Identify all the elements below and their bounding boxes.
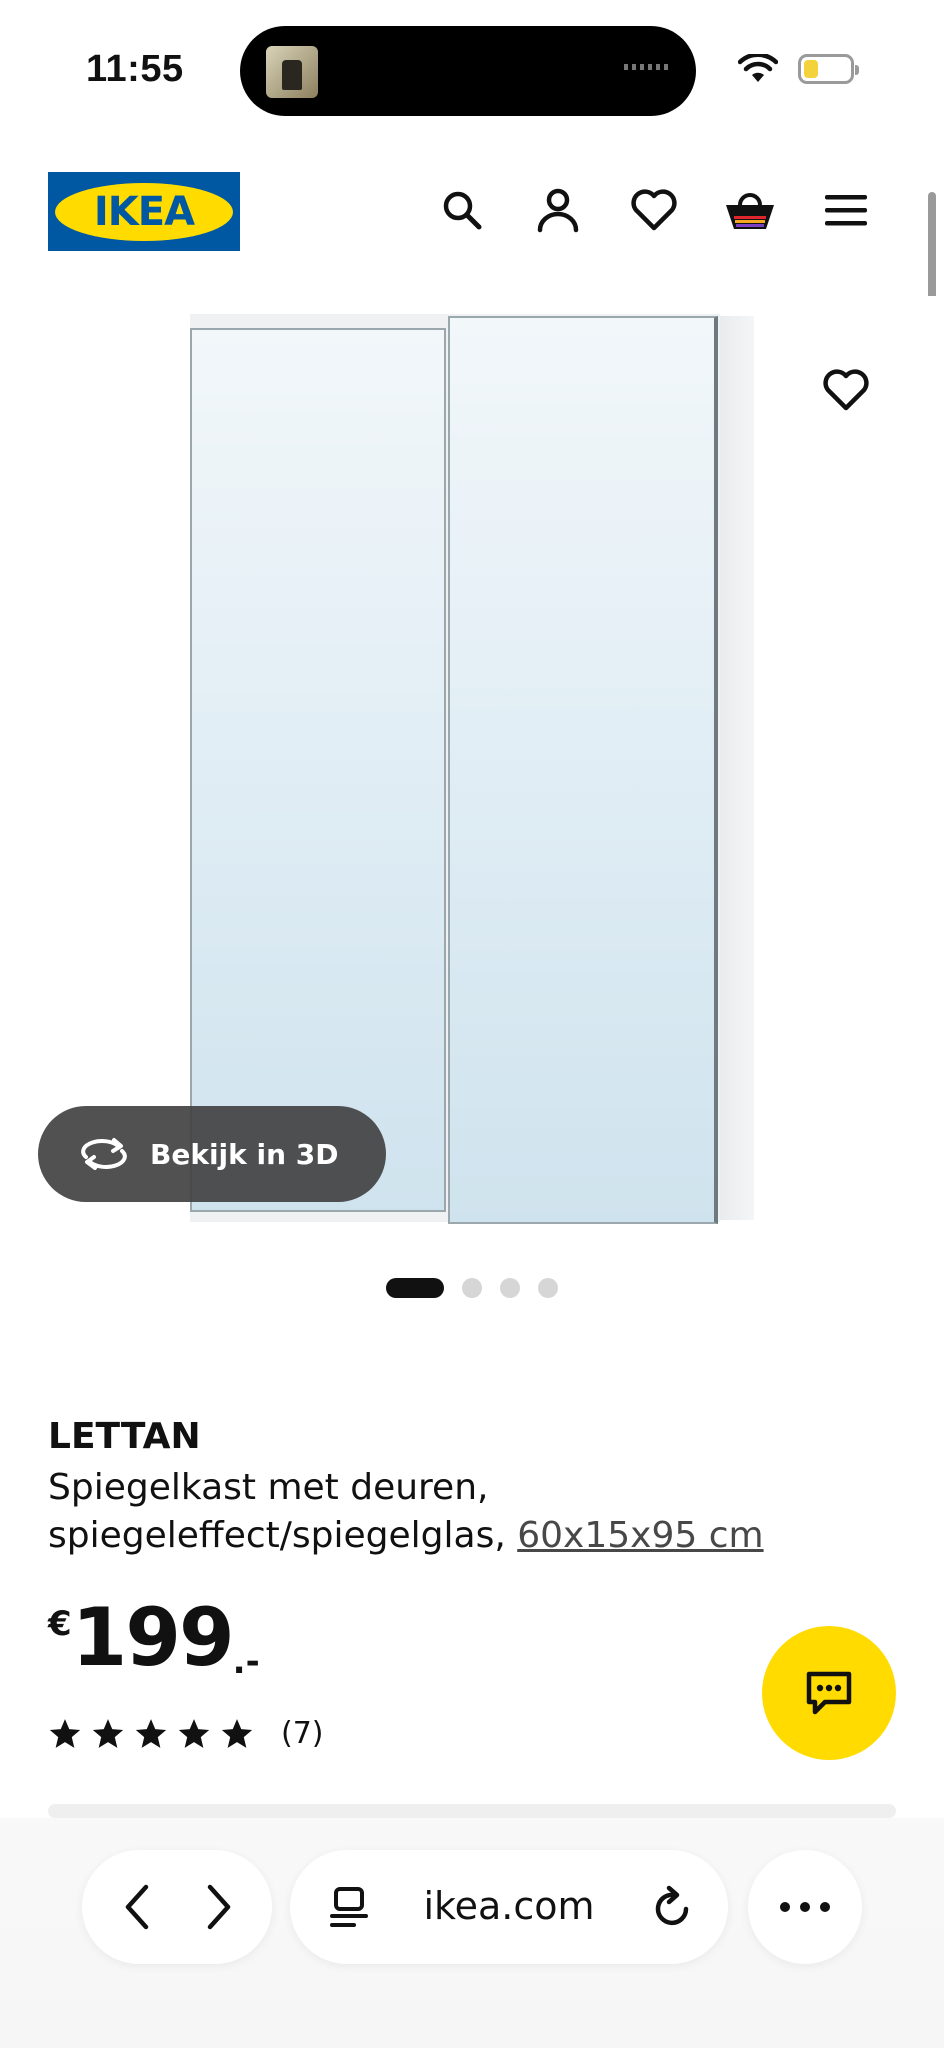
- browser-toolbar: ikea.com: [0, 1818, 944, 2048]
- mirror-door-left: [190, 328, 446, 1212]
- back-chevron-icon[interactable]: [110, 1880, 164, 1934]
- user-icon[interactable]: [530, 182, 586, 238]
- image-pager[interactable]: [386, 1278, 558, 1298]
- chat-icon: [806, 1671, 852, 1715]
- product-size-link[interactable]: 60x15x95 cm: [517, 1515, 763, 1556]
- product-rating[interactable]: (7): [48, 1716, 324, 1751]
- price-decimals: .-: [232, 1642, 260, 1682]
- pager-dot[interactable]: [538, 1278, 558, 1298]
- product-image[interactable]: [0, 296, 944, 1236]
- view-in-3d-label: Bekijk in 3D: [150, 1137, 339, 1171]
- status-bar: 11:55: [0, 0, 944, 130]
- basket-icon[interactable]: [722, 182, 778, 238]
- wifi-icon: [738, 54, 778, 82]
- logo-text: IKEA: [93, 188, 195, 235]
- status-time: 11:55: [86, 48, 184, 90]
- forward-chevron-icon[interactable]: [192, 1880, 246, 1934]
- add-to-wishlist-heart-icon[interactable]: [818, 362, 874, 418]
- view-in-3d-button[interactable]: Bekijk in 3D: [38, 1106, 386, 1202]
- now-playing-artwork: [266, 46, 318, 98]
- price-value: 199: [71, 1591, 235, 1684]
- star-icon: [92, 1718, 124, 1748]
- address-bar[interactable]: ikea.com: [290, 1850, 728, 1964]
- audio-waveform-icon: [624, 64, 670, 70]
- rotate-3d-icon: [81, 1138, 127, 1170]
- pager-dot[interactable]: [500, 1278, 520, 1298]
- section-divider: [48, 1804, 896, 1818]
- product-description: Spiegelkast met deuren, spiegeleffect/sp…: [48, 1464, 868, 1560]
- battery-icon: [798, 54, 859, 84]
- menu-icon[interactable]: [818, 182, 874, 238]
- navigation-pill: [82, 1850, 272, 1964]
- star-icon: [178, 1718, 210, 1748]
- more-options-button[interactable]: [748, 1850, 862, 1964]
- product-description-text: Spiegelkast met deuren, spiegeleffect/sp…: [48, 1467, 506, 1556]
- price-currency: €: [48, 1604, 72, 1644]
- ikea-logo[interactable]: IKEA: [48, 172, 240, 251]
- search-icon[interactable]: [434, 182, 490, 238]
- chat-button[interactable]: [762, 1626, 896, 1760]
- pager-dot-active[interactable]: [386, 1278, 444, 1298]
- rating-count: (7): [281, 1716, 324, 1751]
- dynamic-island[interactable]: [240, 26, 696, 116]
- mirror-door-right: [448, 316, 718, 1224]
- star-icon: [49, 1718, 81, 1748]
- cabinet-side-panel: [716, 316, 754, 1220]
- star-icon: [135, 1718, 167, 1748]
- pager-dot[interactable]: [462, 1278, 482, 1298]
- heart-icon[interactable]: [626, 182, 682, 238]
- reload-icon[interactable]: [648, 1882, 698, 1932]
- product-name: LETTAN: [48, 1416, 201, 1457]
- product-price: € 199 .-: [48, 1591, 260, 1684]
- star-icon: [221, 1718, 253, 1748]
- ellipsis-icon: [780, 1902, 830, 1912]
